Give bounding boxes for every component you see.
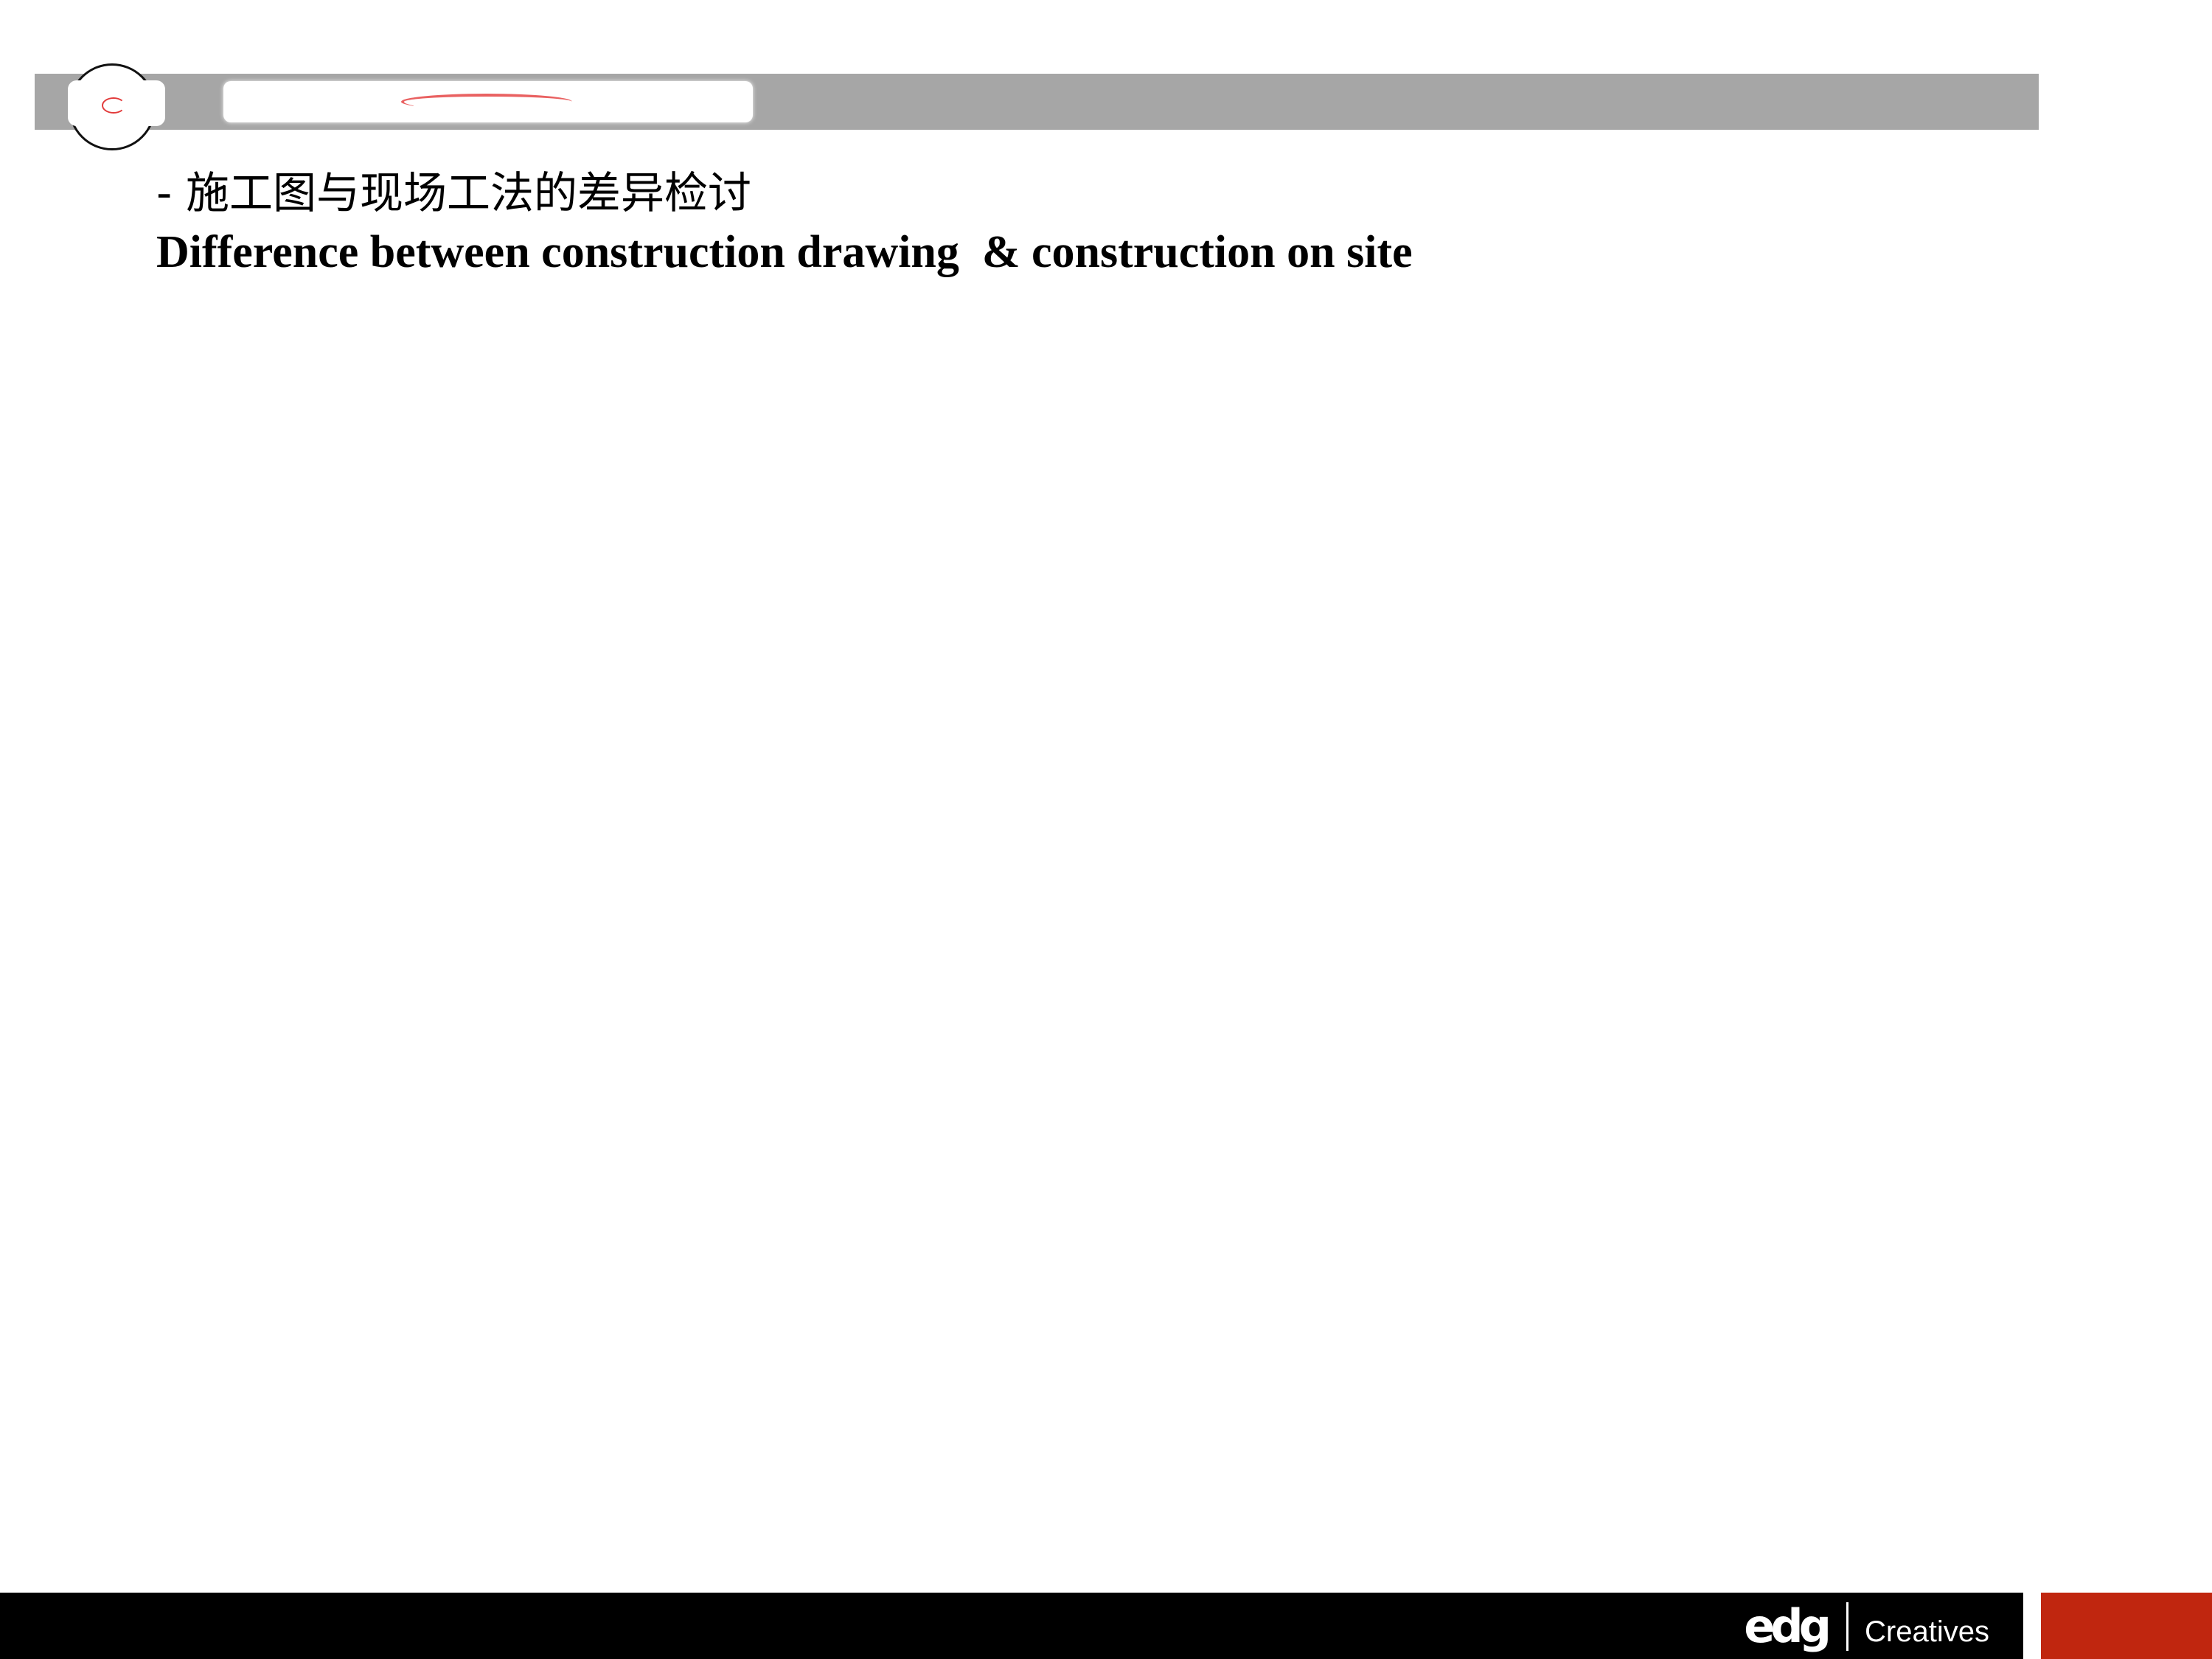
logo-text: Creatives: [1865, 1615, 1989, 1648]
company-logo: edg Creatives: [1744, 1599, 1989, 1653]
footer-accent-block: [2041, 1593, 2212, 1659]
footer-bar: edg Creatives: [0, 1593, 2023, 1659]
logo-mark: edg: [1744, 1599, 1832, 1653]
logo-divider: [1846, 1602, 1849, 1651]
header-emblem: [68, 63, 165, 150]
header-title-plate: [223, 81, 753, 122]
slide-heading-chinese: - 施工图与现场工法的差异检讨: [156, 167, 752, 218]
emblem-mark-icon: [102, 97, 125, 114]
swoosh-icon: [401, 94, 572, 110]
slide-heading-english: Difference between construction drawing …: [156, 227, 1413, 277]
